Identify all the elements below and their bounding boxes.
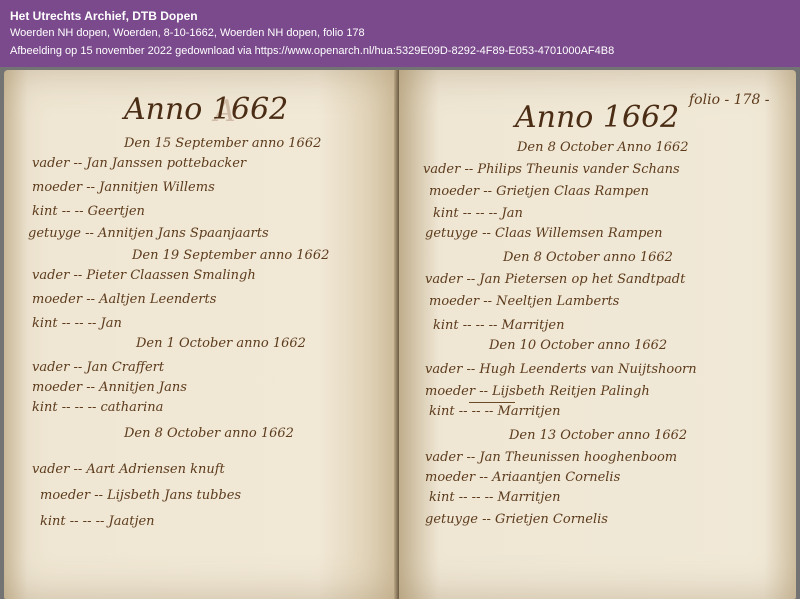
entry-getuygen: getuyge -- Claas Willemsen Rampen — [425, 226, 663, 241]
entry-getuygen: getuyge -- Grietjen Cornelis — [425, 512, 608, 527]
entry-kint: kint -- -- -- Marritjen — [433, 318, 565, 333]
entry-kint: kint -- -- -- catharina — [32, 400, 164, 415]
entry-vader: vader -- Jan Craffert — [32, 360, 165, 375]
entry-vader: vader -- Hugh Leenderts van Nuijtshoorn — [425, 362, 697, 377]
right-page-heading: Anno 1662 — [515, 100, 680, 135]
entry-vader: vader -- Jan Pietersen op het Sandtpadt — [425, 272, 686, 287]
entry-moeder: moeder -- Lijsbeth Jans tubbes — [40, 488, 242, 503]
entry-kint: kint -- -- -- Marritjen — [429, 490, 561, 505]
entry-kint: kint -- -- Geertjen — [32, 204, 145, 219]
entry-vader: vader -- Jan Janssen pottebacker — [32, 156, 247, 171]
entry-kint: kint -- -- -- Jan — [433, 206, 523, 221]
entry-date: Den 10 October anno 1662 — [489, 338, 668, 353]
entry-date: Den 8 October Anno 1662 — [517, 140, 689, 155]
entry-vader: vader -- Pieter Claassen Smalingh — [32, 268, 256, 283]
entry-kint: kint -- -- -- Jaatjen — [40, 514, 155, 529]
archive-title: Het Utrechts Archief, DTB Dopen — [10, 9, 198, 23]
entry-vader: vader -- Philips Theunis vander Schans — [423, 162, 680, 177]
entry-kint: kint -- -- -- Jan — [32, 316, 122, 331]
entry-date: Den 8 October anno 1662 — [503, 250, 673, 265]
folio-number: folio - 178 - — [689, 92, 770, 108]
entry-moeder: moeder -- Lijsbeth Reitjen Palingh — [425, 384, 650, 399]
download-note: Afbeelding op 15 november 2022 gedownloa… — [10, 45, 615, 57]
entry-moeder: moeder -- Jannitjen Willems — [32, 180, 215, 195]
archive-header: Het Utrechts Archief, DTB Dopen Woerden … — [0, 0, 800, 67]
left-page-heading: Anno 1662 — [124, 92, 289, 127]
record-subtitle: Woerden NH dopen, Woerden, 8-10-1662, Wo… — [10, 27, 365, 39]
left-page: A Anno 1662 Den 15 September anno 1662 v… — [4, 70, 397, 599]
entry-moeder: moeder -- Ariaantjen Cornelis — [425, 470, 621, 485]
entry-date: Den 1 October anno 1662 — [136, 336, 306, 351]
entry-getuygen: getuyge -- Annitjen Jans Spaanjaarts — [28, 226, 269, 241]
entry-vader: vader -- Aart Adriensen knuft — [32, 462, 225, 477]
register-scan: A Anno 1662 Den 15 September anno 1662 v… — [4, 70, 796, 599]
ink-underline — [469, 402, 515, 403]
entry-date: Den 19 September anno 1662 — [132, 248, 330, 263]
entry-date: Den 13 October anno 1662 — [509, 428, 688, 443]
entry-moeder: moeder -- Neeltjen Lamberts — [429, 294, 620, 309]
entry-date: Den 15 September anno 1662 — [124, 136, 322, 151]
entry-kint: kint -- -- -- Marritjen — [429, 404, 561, 419]
entry-vader: vader -- Jan Theunissen hooghenboom — [425, 450, 678, 465]
entry-moeder: moeder -- Annitjen Jans — [32, 380, 187, 395]
entry-moeder: moeder -- Aaltjen Leenderts — [32, 292, 217, 307]
right-page: folio - 178 - Anno 1662 Den 8 October An… — [399, 70, 796, 599]
entry-date: Den 8 October anno 1662 — [124, 426, 294, 441]
entry-moeder: moeder -- Grietjen Claas Rampen — [429, 184, 649, 199]
